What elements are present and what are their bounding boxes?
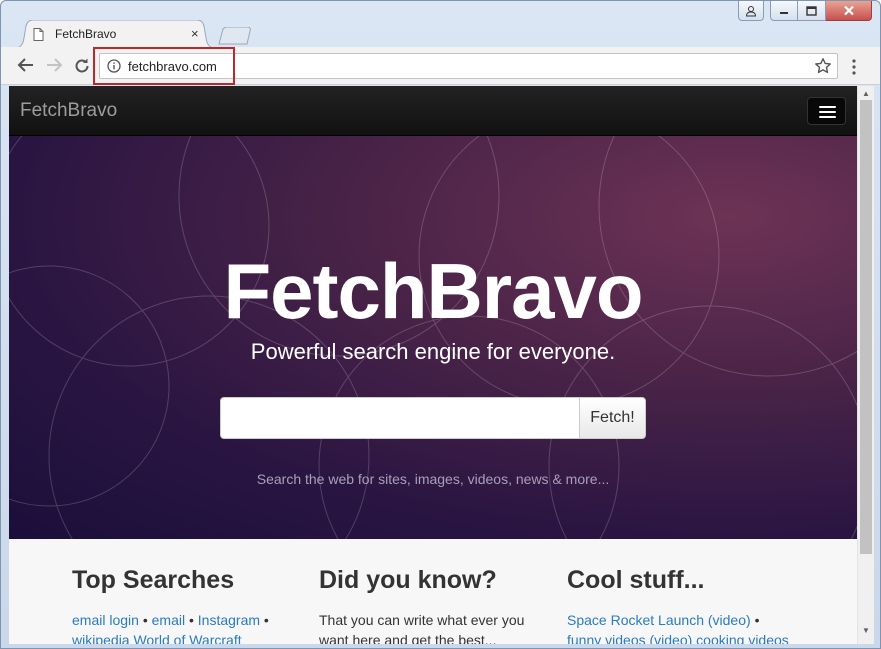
bookmark-star-icon[interactable] <box>814 57 832 75</box>
search-link[interactable]: email <box>152 612 185 628</box>
bullet-separator: • <box>188 612 194 628</box>
site-navbar: FetchBravo <box>9 86 857 136</box>
navbar-menu-toggle[interactable] <box>807 97 846 125</box>
hamburger-bar <box>819 106 836 108</box>
search-input[interactable] <box>220 397 580 439</box>
did-you-know-heading: Did you know? <box>319 566 497 594</box>
restore-icon <box>806 5 817 16</box>
browser-menu-icon[interactable] <box>851 59 857 75</box>
cool-stuff-section: Cool stuff... Space Rocket Launch (video… <box>567 566 797 644</box>
scrollbar-thumb[interactable] <box>860 100 872 554</box>
top-searches-links: email login • email • Instagram • wikipe… <box>72 610 302 644</box>
search-hint: Search the web for sites, images, videos… <box>256 471 610 487</box>
minimize-icon <box>780 11 788 14</box>
page-favicon-icon <box>33 28 44 41</box>
browser-tab[interactable]: FetchBravo × <box>15 20 215 48</box>
tab-title: FetchBravo <box>55 27 117 41</box>
navbar-brand[interactable]: FetchBravo <box>20 100 117 122</box>
hero-subtitle: Powerful search engine for everyone. <box>250 339 616 364</box>
cool-stuff-link[interactable]: Space Rocket Launch (video) <box>567 612 751 628</box>
close-icon <box>843 5 854 16</box>
browser-window: FetchBravo × fetchbravo.com FetchBravo F… <box>0 0 881 649</box>
bullet-separator: • <box>263 612 269 628</box>
search-link[interactable]: wikipedia World of Warcraft <box>72 632 242 644</box>
user-profile-button[interactable] <box>738 1 764 21</box>
scroll-down-arrow-icon[interactable]: ▼ <box>862 626 870 635</box>
back-arrow-icon[interactable] <box>17 57 35 73</box>
top-searches-section: Top Searches email login • email • Insta… <box>72 566 302 644</box>
did-you-know-line: That you can write what ever you <box>319 612 525 628</box>
hero-section: FetchBravo Powerful search engine for ev… <box>9 136 857 539</box>
hero-title: FetchBravo <box>223 247 643 335</box>
close-window-button[interactable] <box>826 1 872 21</box>
page-viewport: FetchBravo FetchBravo Powerful search en… <box>9 86 857 644</box>
search-form: Fetch! <box>220 397 646 439</box>
search-link[interactable]: Instagram <box>198 612 260 628</box>
window-controls <box>738 1 872 21</box>
user-icon <box>745 5 757 16</box>
hamburger-bar <box>819 111 836 113</box>
bullet-separator: • <box>754 612 760 628</box>
forward-arrow-icon[interactable] <box>45 57 63 73</box>
scroll-up-arrow-icon[interactable]: ▲ <box>862 89 870 98</box>
cool-stuff-links: Space Rocket Launch (video) • funny vide… <box>567 610 797 644</box>
vertical-scrollbar[interactable]: ▲ ▼ <box>857 86 874 644</box>
restore-button[interactable] <box>798 1 826 21</box>
tab-close-icon[interactable]: × <box>191 27 199 41</box>
minimize-button[interactable] <box>770 1 798 21</box>
search-link[interactable]: email login <box>72 612 139 628</box>
bullet-separator: • <box>142 612 148 628</box>
reload-icon[interactable] <box>73 57 91 75</box>
did-you-know-line: want here and get the best... <box>319 632 497 644</box>
cool-stuff-heading: Cool stuff... <box>567 566 705 594</box>
new-tab-button[interactable] <box>217 27 253 45</box>
did-you-know-text: That you can write what ever you want he… <box>319 610 549 644</box>
url-highlight-annotation <box>93 47 235 85</box>
hamburger-bar <box>819 116 836 118</box>
top-searches-heading: Top Searches <box>72 566 235 594</box>
fetch-button[interactable]: Fetch! <box>579 397 646 439</box>
did-you-know-section: Did you know? That you can write what ev… <box>319 566 549 644</box>
cool-stuff-link[interactable]: funny videos (video) cooking videos <box>567 632 789 644</box>
